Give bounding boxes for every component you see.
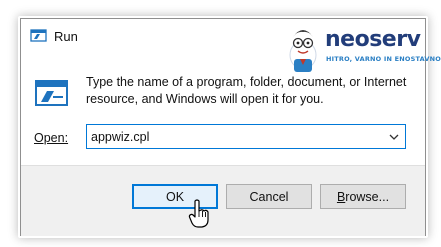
dialog-body: Type the name of a program, folder, docu… — [21, 57, 425, 175]
dialog-description: Type the name of a program, folder, docu… — [86, 75, 407, 106]
open-combobox[interactable] — [86, 124, 406, 149]
chevron-down-icon[interactable] — [388, 131, 400, 143]
run-large-icon — [35, 80, 68, 106]
run-dialog: Run neoserv HITRO, VARNO IN ENOSTAVNO Ty… — [20, 18, 441, 236]
browse-label: rowse... — [345, 189, 390, 204]
hand-cursor-icon — [188, 199, 209, 228]
open-label: Open: — [34, 131, 68, 145]
run-icon — [30, 29, 47, 42]
cancel-button[interactable]: Cancel — [226, 184, 312, 209]
window-title: Run — [54, 29, 78, 44]
open-label-text: Open: — [34, 131, 69, 145]
browse-button[interactable]: Browse... — [320, 184, 406, 209]
browse-mnemonic: B — [336, 189, 346, 204]
open-input[interactable] — [87, 125, 381, 148]
brand-name: neoserv — [325, 27, 421, 52]
dialog-footer: OK Cancel Browse... — [21, 165, 425, 236]
